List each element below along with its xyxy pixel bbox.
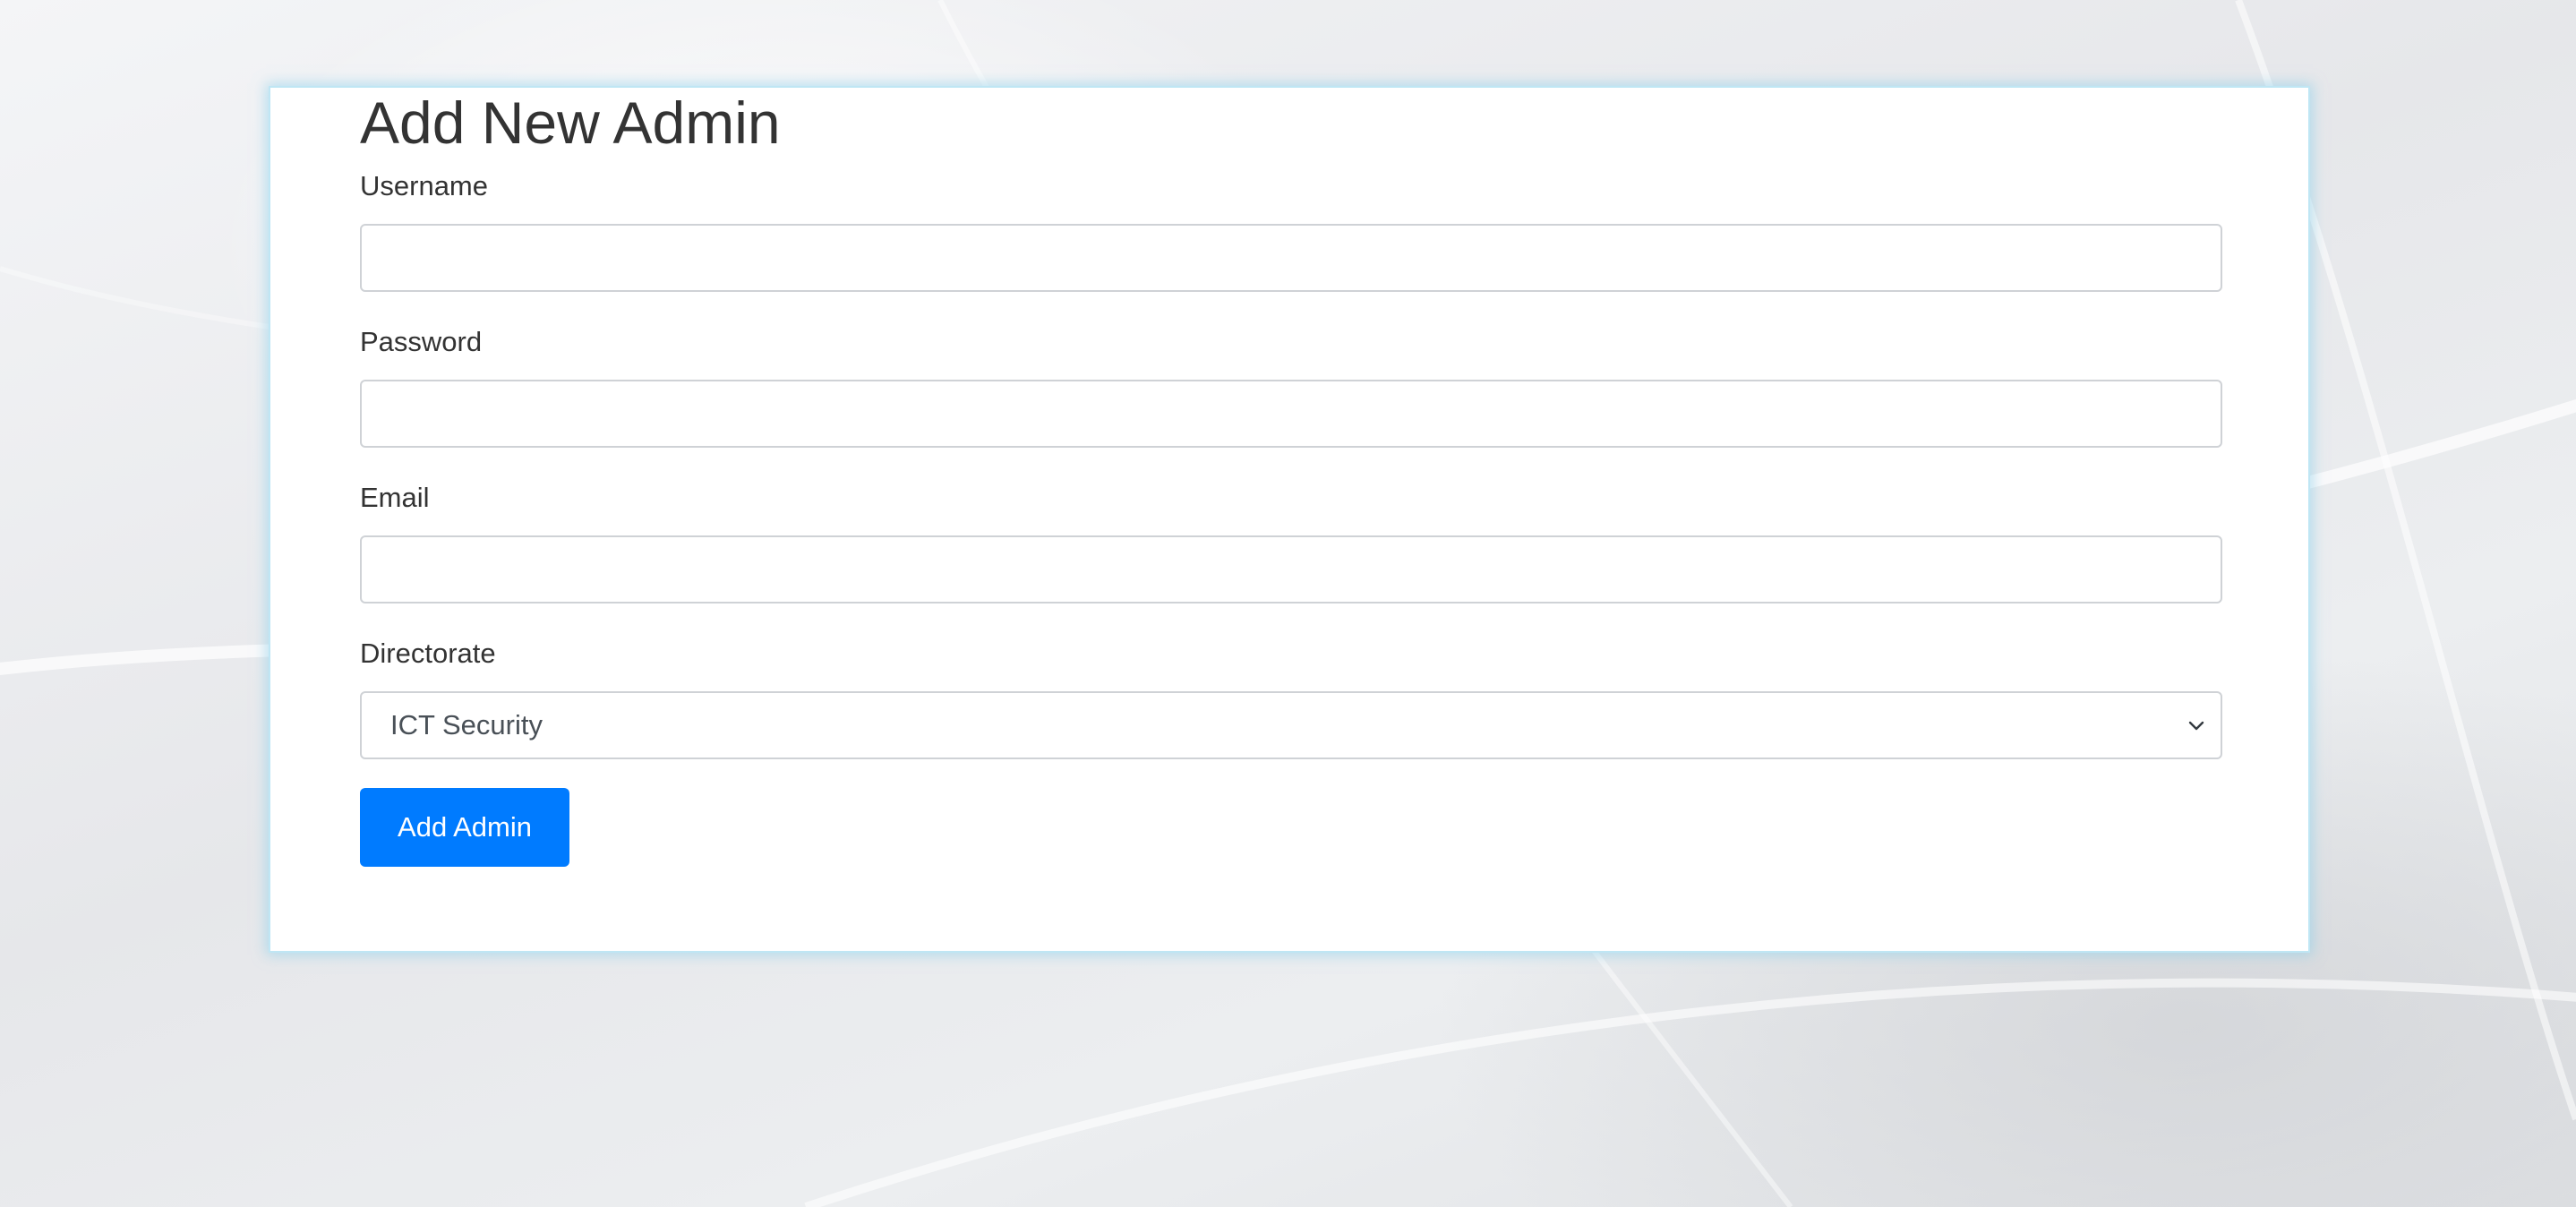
directorate-label: Directorate bbox=[360, 638, 496, 669]
add-admin-button[interactable]: Add Admin bbox=[360, 788, 569, 867]
add-admin-form: Add New Admin Username Password Email Di… bbox=[360, 88, 2222, 867]
page-title: Add New Admin bbox=[360, 90, 781, 156]
password-label: Password bbox=[360, 326, 483, 357]
email-label: Email bbox=[360, 482, 430, 513]
password-input[interactable] bbox=[360, 380, 2222, 448]
email-input[interactable] bbox=[360, 535, 2222, 604]
username-input[interactable] bbox=[360, 224, 2222, 292]
username-label: Username bbox=[360, 170, 488, 201]
chevron-down-icon bbox=[2188, 721, 2204, 731]
add-admin-card: Add New Admin Username Password Email Di… bbox=[269, 86, 2310, 953]
directorate-selected-value: ICT Security bbox=[390, 709, 543, 740]
directorate-select[interactable]: ICT Security bbox=[360, 691, 2222, 759]
